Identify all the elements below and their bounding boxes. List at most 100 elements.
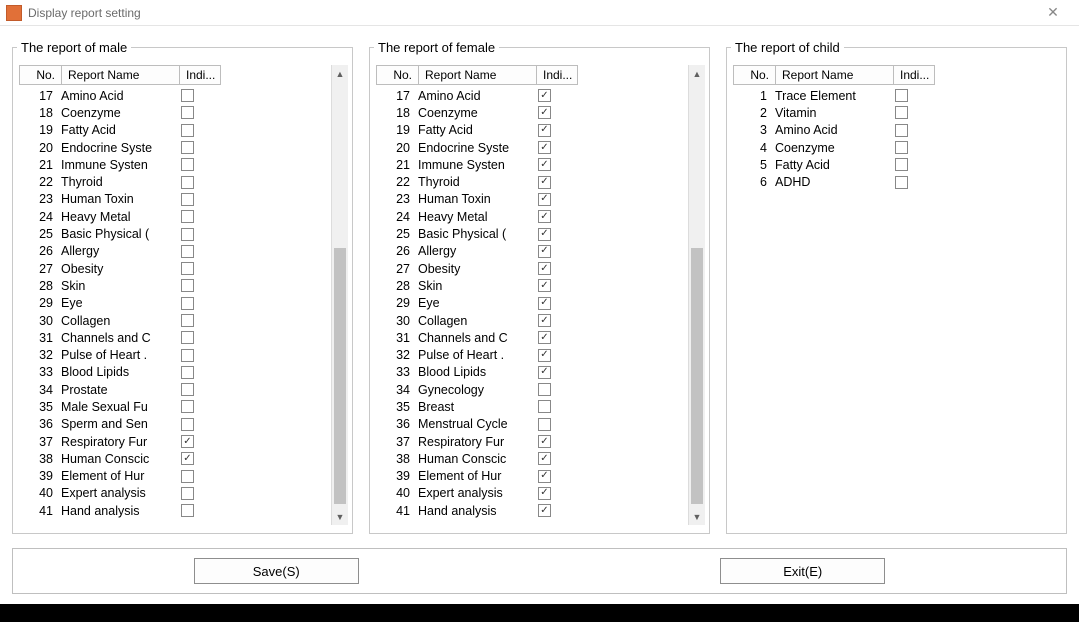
table-row[interactable]: 2Vitamin bbox=[733, 104, 1062, 121]
scrollbar-female[interactable]: ▲ ▼ bbox=[688, 65, 705, 525]
indicator-checkbox[interactable]: ✓ bbox=[538, 193, 551, 206]
indicator-checkbox[interactable]: ✓ bbox=[538, 297, 551, 310]
table-row[interactable]: 27Obesity bbox=[19, 260, 331, 277]
table-row[interactable]: 21Immune Systen bbox=[19, 156, 331, 173]
table-row[interactable]: 31Channels and C✓ bbox=[376, 329, 688, 346]
scroll-up-icon[interactable]: ▲ bbox=[689, 65, 705, 82]
indicator-checkbox[interactable] bbox=[181, 418, 194, 431]
table-row[interactable]: 34Prostate bbox=[19, 381, 331, 398]
col-no[interactable]: No. bbox=[733, 65, 775, 85]
table-row[interactable]: 40Expert analysis bbox=[19, 485, 331, 502]
indicator-checkbox[interactable]: ✓ bbox=[538, 452, 551, 465]
col-name[interactable]: Report Name bbox=[418, 65, 536, 85]
indicator-checkbox[interactable] bbox=[181, 383, 194, 396]
table-row[interactable]: 17Amino Acid✓ bbox=[376, 87, 688, 104]
table-row[interactable]: 38Human Conscic✓ bbox=[19, 450, 331, 467]
scrollbar-track[interactable] bbox=[332, 82, 348, 508]
table-row[interactable]: 27Obesity✓ bbox=[376, 260, 688, 277]
table-row[interactable]: 28Skin bbox=[19, 277, 331, 294]
table-row[interactable]: 33Blood Lipids bbox=[19, 364, 331, 381]
indicator-checkbox[interactable] bbox=[181, 504, 194, 517]
indicator-checkbox[interactable] bbox=[181, 176, 194, 189]
indicator-checkbox[interactable]: ✓ bbox=[538, 176, 551, 189]
indicator-checkbox[interactable] bbox=[181, 331, 194, 344]
indicator-checkbox[interactable] bbox=[538, 383, 551, 396]
scroll-down-icon[interactable]: ▼ bbox=[332, 508, 348, 525]
indicator-checkbox[interactable] bbox=[181, 193, 194, 206]
indicator-checkbox[interactable]: ✓ bbox=[538, 124, 551, 137]
col-no[interactable]: No. bbox=[376, 65, 418, 85]
table-row[interactable]: 4Coenzyme bbox=[733, 139, 1062, 156]
table-row[interactable]: 26Allergy✓ bbox=[376, 243, 688, 260]
table-row[interactable]: 22Thyroid✓ bbox=[376, 173, 688, 190]
table-row[interactable]: 39Element of Hur bbox=[19, 468, 331, 485]
col-no[interactable]: No. bbox=[19, 65, 61, 85]
table-row[interactable]: 20Endocrine Syste bbox=[19, 139, 331, 156]
indicator-checkbox[interactable]: ✓ bbox=[538, 366, 551, 379]
table-row[interactable]: 36Menstrual Cycle bbox=[376, 416, 688, 433]
col-indi[interactable]: Indi... bbox=[179, 65, 221, 85]
scroll-up-icon[interactable]: ▲ bbox=[332, 65, 348, 82]
indicator-checkbox[interactable]: ✓ bbox=[538, 89, 551, 102]
indicator-checkbox[interactable]: ✓ bbox=[538, 435, 551, 448]
table-row[interactable]: 29Eye✓ bbox=[376, 295, 688, 312]
indicator-checkbox[interactable] bbox=[181, 400, 194, 413]
table-row[interactable]: 24Heavy Metal✓ bbox=[376, 208, 688, 225]
table-row[interactable]: 41Hand analysis✓ bbox=[376, 502, 688, 519]
indicator-checkbox[interactable] bbox=[181, 366, 194, 379]
table-row[interactable]: 37Respiratory Fur✓ bbox=[376, 433, 688, 450]
indicator-checkbox[interactable]: ✓ bbox=[181, 452, 194, 465]
indicator-checkbox[interactable]: ✓ bbox=[538, 331, 551, 344]
indicator-checkbox[interactable]: ✓ bbox=[538, 470, 551, 483]
table-row[interactable]: 23Human Toxin✓ bbox=[376, 191, 688, 208]
table-row[interactable]: 1Trace Element bbox=[733, 87, 1062, 104]
table-row[interactable]: 19Fatty Acid bbox=[19, 122, 331, 139]
table-row[interactable]: 40Expert analysis✓ bbox=[376, 485, 688, 502]
indicator-checkbox[interactable]: ✓ bbox=[538, 279, 551, 292]
indicator-checkbox[interactable]: ✓ bbox=[538, 314, 551, 327]
indicator-checkbox[interactable]: ✓ bbox=[181, 435, 194, 448]
indicator-checkbox[interactable] bbox=[181, 210, 194, 223]
indicator-checkbox[interactable] bbox=[538, 400, 551, 413]
indicator-checkbox[interactable]: ✓ bbox=[538, 210, 551, 223]
scrollbar-track[interactable] bbox=[689, 82, 705, 508]
table-row[interactable]: 23Human Toxin bbox=[19, 191, 331, 208]
col-indi[interactable]: Indi... bbox=[893, 65, 935, 85]
scrollbar-male[interactable]: ▲ ▼ bbox=[331, 65, 348, 525]
col-name[interactable]: Report Name bbox=[61, 65, 179, 85]
indicator-checkbox[interactable] bbox=[181, 470, 194, 483]
table-row[interactable]: 22Thyroid bbox=[19, 173, 331, 190]
indicator-checkbox[interactable]: ✓ bbox=[538, 262, 551, 275]
indicator-checkbox[interactable] bbox=[895, 124, 908, 137]
table-row[interactable]: 20Endocrine Syste✓ bbox=[376, 139, 688, 156]
scroll-down-icon[interactable]: ▼ bbox=[689, 508, 705, 525]
indicator-checkbox[interactable]: ✓ bbox=[538, 228, 551, 241]
indicator-checkbox[interactable] bbox=[181, 245, 194, 258]
indicator-checkbox[interactable] bbox=[181, 262, 194, 275]
table-row[interactable]: 30Collagen bbox=[19, 312, 331, 329]
exit-button[interactable]: Exit(E) bbox=[720, 558, 885, 584]
table-row[interactable]: 36Sperm and Sen bbox=[19, 416, 331, 433]
indicator-checkbox[interactable]: ✓ bbox=[538, 487, 551, 500]
indicator-checkbox[interactable] bbox=[181, 297, 194, 310]
table-row[interactable]: 41Hand analysis bbox=[19, 502, 331, 519]
table-row[interactable]: 32Pulse of Heart . bbox=[19, 346, 331, 363]
table-row[interactable]: 30Collagen✓ bbox=[376, 312, 688, 329]
table-row[interactable]: 25Basic Physical ( bbox=[19, 225, 331, 242]
indicator-checkbox[interactable] bbox=[181, 124, 194, 137]
table-row[interactable]: 17Amino Acid bbox=[19, 87, 331, 104]
indicator-checkbox[interactable]: ✓ bbox=[538, 504, 551, 517]
table-row[interactable]: 21Immune Systen✓ bbox=[376, 156, 688, 173]
save-button[interactable]: Save(S) bbox=[194, 558, 359, 584]
table-row[interactable]: 3Amino Acid bbox=[733, 122, 1062, 139]
table-row[interactable]: 25Basic Physical (✓ bbox=[376, 225, 688, 242]
table-row[interactable]: 18Coenzyme bbox=[19, 104, 331, 121]
indicator-checkbox[interactable] bbox=[181, 314, 194, 327]
indicator-checkbox[interactable] bbox=[895, 158, 908, 171]
table-row[interactable]: 38Human Conscic✓ bbox=[376, 450, 688, 467]
table-row[interactable]: 37Respiratory Fur✓ bbox=[19, 433, 331, 450]
indicator-checkbox[interactable] bbox=[181, 89, 194, 102]
indicator-checkbox[interactable] bbox=[895, 176, 908, 189]
scrollbar-thumb[interactable] bbox=[334, 248, 346, 504]
indicator-checkbox[interactable] bbox=[538, 418, 551, 431]
